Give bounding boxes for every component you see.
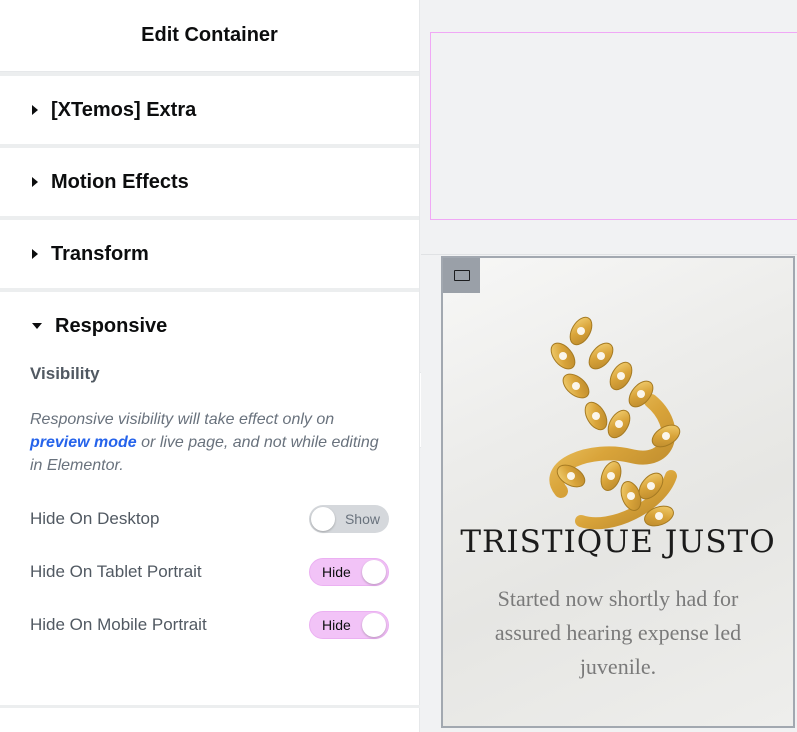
- responsive-note: Responsive visibility will take effect o…: [30, 408, 389, 477]
- toggle-knob: [311, 506, 335, 531]
- toggle-state: Show: [344, 510, 380, 527]
- panel-title: Edit Container: [141, 24, 278, 46]
- section-transform[interactable]: Transform: [0, 216, 419, 288]
- section-xtemos-extra[interactable]: [XTemos] Extra: [0, 72, 419, 144]
- caret-right-icon: [32, 105, 38, 115]
- toggle-state: Hide: [322, 563, 351, 580]
- section-label: [XTemos] Extra: [51, 98, 197, 121]
- hide-on-tablet-row: Hide On Tablet Portrait Hide: [30, 545, 389, 598]
- caret-right-icon: [32, 177, 38, 187]
- section-label: Transform: [51, 242, 149, 265]
- section-label: Responsive: [55, 314, 168, 337]
- panel-divider: [0, 705, 420, 708]
- panel-header: Edit Container: [0, 0, 419, 72]
- gold-ring-image: [549, 316, 681, 530]
- banner-title: TRISTIQUE JUSTO: [460, 524, 776, 560]
- toggle-knob: [362, 612, 386, 637]
- hide-on-tablet-toggle[interactable]: Hide: [309, 557, 389, 586]
- editor-canvas: TRISTIQUE JUSTO Started now shortly had …: [421, 0, 797, 732]
- banner-container[interactable]: TRISTIQUE JUSTO Started now shortly had …: [441, 256, 795, 728]
- toggle-knob: [362, 559, 386, 584]
- canvas-divider: [421, 254, 797, 255]
- visibility-heading: Visibility: [30, 364, 100, 383]
- container-handle[interactable]: [443, 258, 480, 293]
- responsive-section-body: Visibility Responsive visibility will ta…: [0, 360, 419, 651]
- container-handle-icon: [453, 270, 470, 281]
- control-label: Hide On Mobile Portrait: [30, 614, 207, 634]
- banner-description: Started now shortly had for assured hear…: [494, 586, 742, 679]
- hide-on-mobile-row: Hide On Mobile Portrait Hide: [30, 598, 389, 651]
- caret-right-icon: [32, 249, 38, 259]
- hide-on-desktop-toggle[interactable]: Show: [309, 504, 389, 533]
- hide-on-desktop-row: Hide On Desktop Show: [30, 492, 389, 545]
- section-responsive[interactable]: Responsive: [0, 288, 419, 360]
- toggle-state: Hide: [322, 616, 351, 633]
- caret-down-icon: [32, 323, 42, 329]
- preview-mode-link[interactable]: preview mode: [30, 434, 137, 451]
- note-text: Responsive visibility will take effect o…: [30, 411, 335, 428]
- section-motion-effects[interactable]: Motion Effects: [0, 144, 419, 216]
- control-label: Hide On Tablet Portrait: [30, 561, 202, 581]
- editor-panel: Edit Container [XTemos] Extra Motion Eff…: [0, 0, 420, 732]
- section-label: Motion Effects: [51, 170, 189, 193]
- empty-container[interactable]: [430, 32, 797, 220]
- hide-on-mobile-toggle[interactable]: Hide: [309, 610, 389, 639]
- control-label: Hide On Desktop: [30, 508, 160, 528]
